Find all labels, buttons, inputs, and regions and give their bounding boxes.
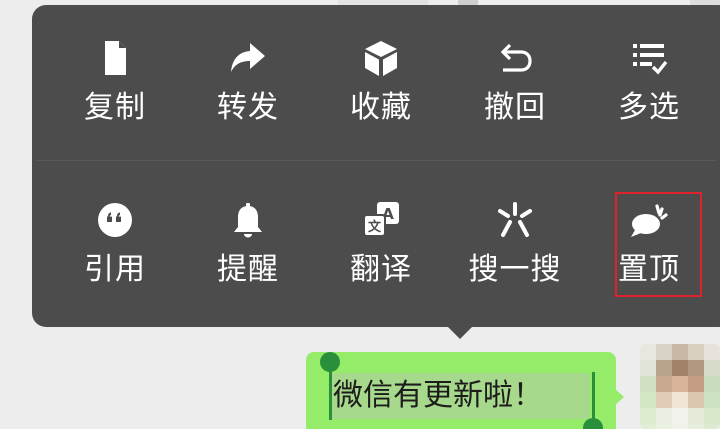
menu-item-label: 翻译 [350, 252, 412, 287]
chat-screen: 复制 转发 收藏 撤回 多选 引用 提醒 A 文 翻译 搜一搜 置顶 微信有更新… [0, 0, 720, 429]
menu-item-recall[interactable]: 撤回 [448, 38, 582, 138]
menu-pointer-arrow [447, 326, 473, 339]
menu-item-label: 收藏 [350, 90, 412, 125]
quote-icon [98, 203, 132, 237]
menu-item-multi-select[interactable]: 多选 [582, 38, 716, 138]
undo-icon [500, 43, 532, 72]
selection-handle-end[interactable] [592, 372, 595, 422]
translate-icon: A 文 [363, 202, 399, 237]
menu-item-quote[interactable]: 引用 [48, 200, 182, 300]
document-icon [105, 41, 126, 75]
avatar[interactable] [640, 344, 720, 429]
menu-divider [36, 160, 716, 161]
menu-item-search[interactable]: 搜一搜 [448, 200, 582, 300]
menu-item-favorite[interactable]: 收藏 [314, 38, 448, 138]
multi-select-icon [633, 44, 668, 75]
selection-handle-start-knob[interactable] [320, 352, 340, 372]
cube-icon [365, 41, 397, 76]
menu-item-label: 提醒 [217, 252, 279, 287]
menu-item-translate[interactable]: A 文 翻译 [314, 200, 448, 300]
annotation-highlight-box [615, 192, 702, 297]
bell-icon [234, 203, 262, 238]
search-spark-icon [498, 202, 532, 237]
menu-item-label: 复制 [84, 90, 146, 125]
menu-item-label: 多选 [618, 90, 680, 125]
menu-item-label: 引用 [84, 252, 146, 287]
svg-text:文: 文 [368, 219, 382, 235]
forward-arrow-icon [231, 43, 265, 72]
menu-item-remind[interactable]: 提醒 [181, 200, 315, 300]
menu-row-1: 复制 转发 收藏 撤回 多选 [48, 38, 716, 148]
menu-item-forward[interactable]: 转发 [181, 38, 315, 138]
menu-item-copy[interactable]: 复制 [48, 38, 182, 138]
menu-item-label: 撤回 [484, 90, 546, 125]
message-text[interactable]: 微信有更新啦！ [333, 373, 593, 419]
message-bubble-tail [614, 388, 624, 406]
menu-item-label: 转发 [217, 90, 279, 125]
menu-item-label: 搜一搜 [468, 252, 562, 287]
